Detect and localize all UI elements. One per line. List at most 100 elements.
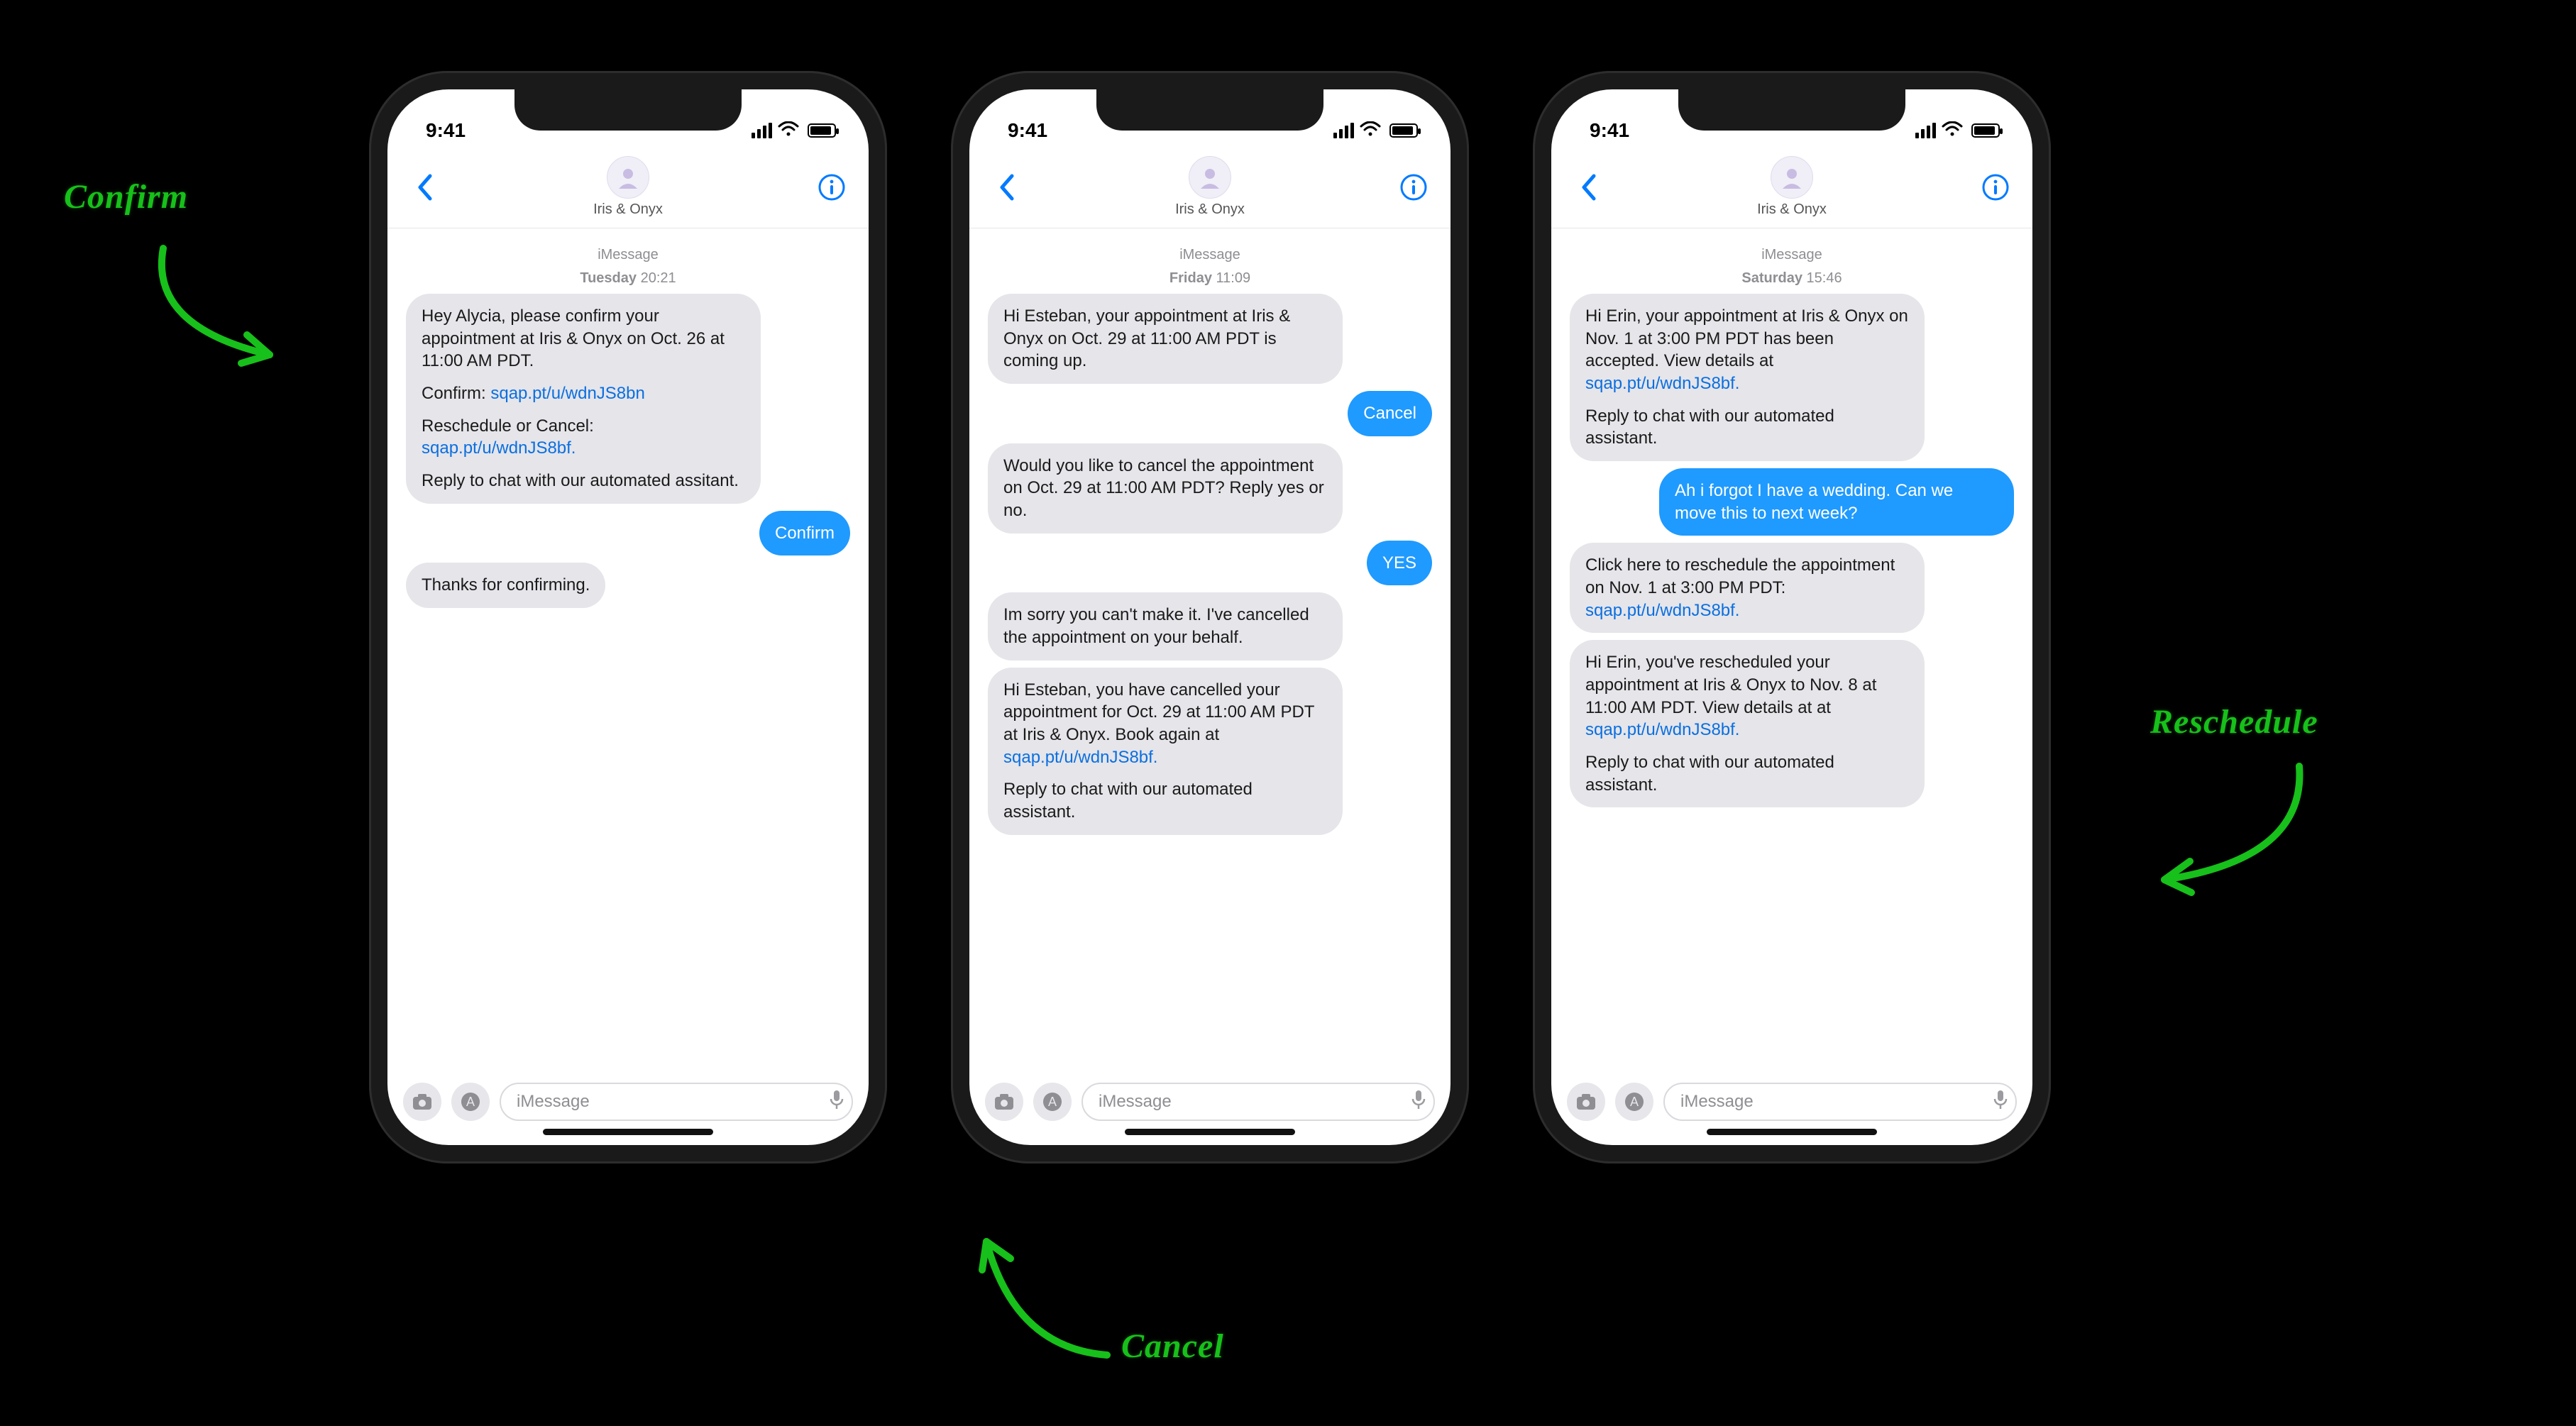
message-bubble-in[interactable]: Thanks for confirming. [406,563,605,608]
info-button[interactable] [1398,172,1429,203]
annotation-cancel: Cancel [1121,1327,1224,1366]
camera-button[interactable] [985,1083,1023,1121]
thread-timestamp: Friday 11:09 [988,270,1432,287]
message-input[interactable]: iMessage [1663,1083,2017,1121]
message-text: Hi Erin, your appointment at Iris & Onyx… [1585,306,1913,370]
svg-text:A: A [466,1095,475,1109]
cell-signal-icon [1333,123,1354,138]
phone-mockup-cancel: 9:41Iris & OnyxiMessageFriday 11:09Hi Es… [951,71,1469,1164]
message-thread[interactable]: iMessageFriday 11:09Hi Esteban, your app… [969,230,1451,1074]
message-bubble-in[interactable]: Hi Esteban, you have cancelled your appo… [988,668,1343,835]
message-row: Thanks for confirming. [406,563,850,608]
message-text: Reschedule or Cancel: [422,416,594,436]
message-link[interactable]: sqap.pt/u/wdnJS8bf. [1585,601,1739,620]
message-text: Hi Esteban, your appointment at Iris & O… [1003,306,1295,370]
camera-button[interactable] [1567,1083,1605,1121]
wifi-icon [778,119,799,142]
contact-avatar-icon [1771,156,1813,199]
dictation-button[interactable] [1411,1089,1426,1115]
message-row: Would you like to cancel the appointment… [988,443,1432,534]
message-row: Cancel [988,391,1432,436]
message-input-placeholder: iMessage [1099,1092,1172,1112]
contact-block[interactable]: Iris & Onyx [1175,156,1245,218]
home-indicator[interactable] [1707,1129,1877,1135]
phone-mockup-confirm: 9:41 Iris & Onyx iMessageTuesday 20:21Hey … [369,71,887,1164]
back-button[interactable] [991,172,1022,203]
message-row: Hi Esteban, you have cancelled your appo… [988,668,1432,835]
message-bubble-out[interactable]: Confirm [759,511,850,556]
message-row: Hi Erin, you've rescheduled your appoint… [1570,640,2014,807]
svg-text:A: A [1048,1095,1057,1109]
phone-screen: 9:41Iris & OnyxiMessageSaturday 15:46Hi … [1551,89,2032,1145]
message-text: Hi Erin, you've rescheduled your appoint… [1585,653,1881,717]
status-time: 9:41 [426,119,466,142]
contact-block[interactable]: Iris & Onyx [593,156,663,218]
message-input[interactable]: iMessage [1081,1083,1435,1121]
message-link[interactable]: sqap.pt/u/wdnJS8bf. [1585,374,1739,393]
info-button[interactable] [816,172,847,203]
message-text: Ah i forgot I have a wedding. Can we mov… [1675,481,1958,523]
svg-text:A: A [1630,1095,1639,1109]
message-input-placeholder: iMessage [1680,1092,1754,1112]
message-bubble-in[interactable]: Click here to reschedule the appointment… [1570,543,1925,633]
battery-icon [1389,123,1418,138]
back-button[interactable] [1573,172,1604,203]
conversation-header: Iris & Onyx [969,146,1451,228]
info-button[interactable] [1980,172,2011,203]
message-text: YES [1382,553,1416,573]
annotation-reschedule: Reschedule [2150,702,2318,741]
app-store-button[interactable]: A [1615,1083,1653,1121]
message-link[interactable]: sqap.pt/u/wdnJS8bn [490,384,645,403]
message-thread[interactable]: iMessageTuesday 20:21Hey Alycia, please … [387,230,869,1074]
message-bubble-in[interactable]: Hey Alycia, please confirm your appointm… [406,294,761,504]
message-row: Click here to reschedule the appointment… [1570,543,2014,633]
message-link[interactable]: sqap.pt/u/wdnJS8bf. [1585,720,1739,739]
message-bubble-out[interactable]: Ah i forgot I have a wedding. Can we mov… [1659,468,2014,536]
dictation-button[interactable] [829,1089,844,1115]
message-text: Im sorry you can't make it. I've cancell… [1003,605,1314,647]
message-row: Hi Erin, your appointment at Iris & Onyx… [1570,294,2014,461]
message-bubble-in[interactable]: Hi Erin, you've rescheduled your appoint… [1570,640,1925,807]
message-link[interactable]: sqap.pt/u/wdnJS8bf. [1003,748,1157,767]
contact-avatar-icon [1189,156,1231,199]
contact-name: Iris & Onyx [593,201,663,218]
message-text: Hi Esteban, you have cancelled your appo… [1003,680,1319,744]
wifi-icon [1942,119,1963,142]
message-bubble-in[interactable]: Hi Esteban, your appointment at Iris & O… [988,294,1343,384]
composer-bar: AiMessage [1551,1083,2032,1121]
battery-icon [1971,123,2000,138]
composer-bar: AiMessage [387,1083,869,1121]
message-bubble-in[interactable]: Hi Erin, your appointment at Iris & Onyx… [1570,294,1925,461]
arrow-confirm-icon [142,241,298,376]
message-link[interactable]: sqap.pt/u/wdnJS8bf. [422,438,576,458]
message-bubble-out[interactable]: Cancel [1348,391,1432,436]
camera-button[interactable] [403,1083,441,1121]
message-bubble-in[interactable]: Would you like to cancel the appointment… [988,443,1343,534]
message-bubble-out[interactable]: YES [1367,541,1432,586]
message-row: Hi Esteban, your appointment at Iris & O… [988,294,1432,384]
message-row: Im sorry you can't make it. I've cancell… [988,592,1432,660]
message-text: Cancel [1363,404,1416,423]
message-input[interactable]: iMessage [500,1083,853,1121]
message-bubble-in[interactable]: Im sorry you can't make it. I've cancell… [988,592,1343,660]
phone-notch [1096,89,1323,131]
contact-block[interactable]: Iris & Onyx [1757,156,1827,218]
back-button[interactable] [409,172,440,203]
status-time: 9:41 [1590,119,1629,142]
dictation-button[interactable] [1993,1089,2008,1115]
home-indicator[interactable] [543,1129,713,1135]
message-thread[interactable]: iMessageSaturday 15:46Hi Erin, your appo… [1551,230,2032,1074]
arrow-reschedule-icon [2136,759,2321,901]
contact-name: Iris & Onyx [1757,201,1827,218]
message-text: Thanks for confirming. [422,575,590,595]
app-store-button[interactable]: A [1033,1083,1072,1121]
message-text: Confirm [775,524,835,543]
app-store-button[interactable]: A [451,1083,490,1121]
phone-notch [514,89,742,131]
annotation-confirm: Confirm [64,177,188,216]
home-indicator[interactable] [1125,1129,1295,1135]
message-text: Reply to chat with our automated assista… [1585,407,1839,448]
conversation-header: Iris & Onyx [1551,146,2032,228]
cell-signal-icon [752,123,772,138]
thread-timestamp: Saturday 15:46 [1570,270,2014,287]
